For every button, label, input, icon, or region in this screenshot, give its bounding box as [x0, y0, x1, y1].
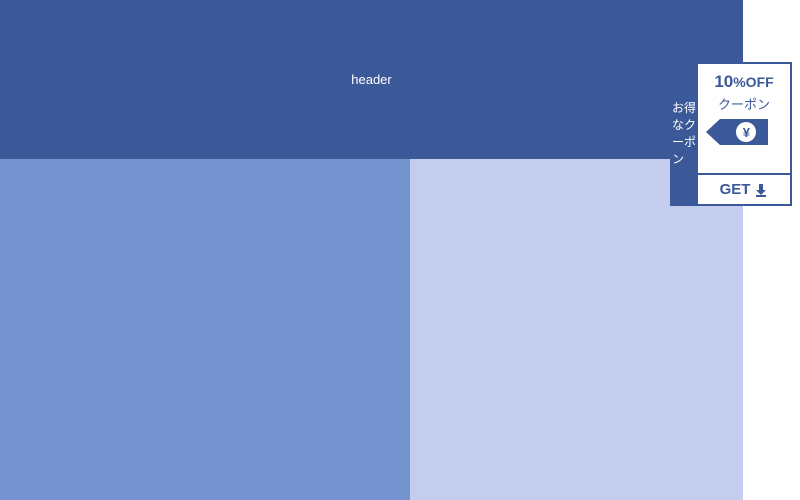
coupon-tab-label: お得なクーポン	[672, 100, 698, 167]
coupon-discount: 10%OFF	[702, 72, 786, 92]
coupon-action-label: GET	[720, 181, 751, 198]
content-area	[0, 159, 743, 500]
content-right-panel	[410, 159, 743, 500]
coupon-body: 10%OFF クーポン ¥ GET	[698, 64, 790, 204]
ticket-bg: ¥	[720, 119, 768, 145]
coupon-discount-suffix: %OFF	[733, 74, 773, 90]
yen-symbol: ¥	[743, 125, 750, 140]
coupon-get-button[interactable]: GET	[698, 173, 790, 204]
coupon-top: 10%OFF クーポン ¥	[698, 64, 790, 173]
download-icon	[754, 183, 768, 197]
coupon-ticket-icon: ¥	[720, 119, 768, 145]
coupon-discount-number: 10	[714, 72, 733, 91]
header-title: header	[351, 72, 391, 87]
coupon-label: クーポン	[702, 94, 786, 113]
page-wrapper: header	[0, 0, 743, 500]
content-left-panel	[0, 159, 410, 500]
coupon-tab[interactable]: お得なクーポン	[672, 64, 698, 204]
yen-icon: ¥	[736, 122, 756, 142]
header: header	[0, 0, 743, 159]
coupon-widget[interactable]: お得なクーポン 10%OFF クーポン ¥ GET	[670, 62, 792, 206]
